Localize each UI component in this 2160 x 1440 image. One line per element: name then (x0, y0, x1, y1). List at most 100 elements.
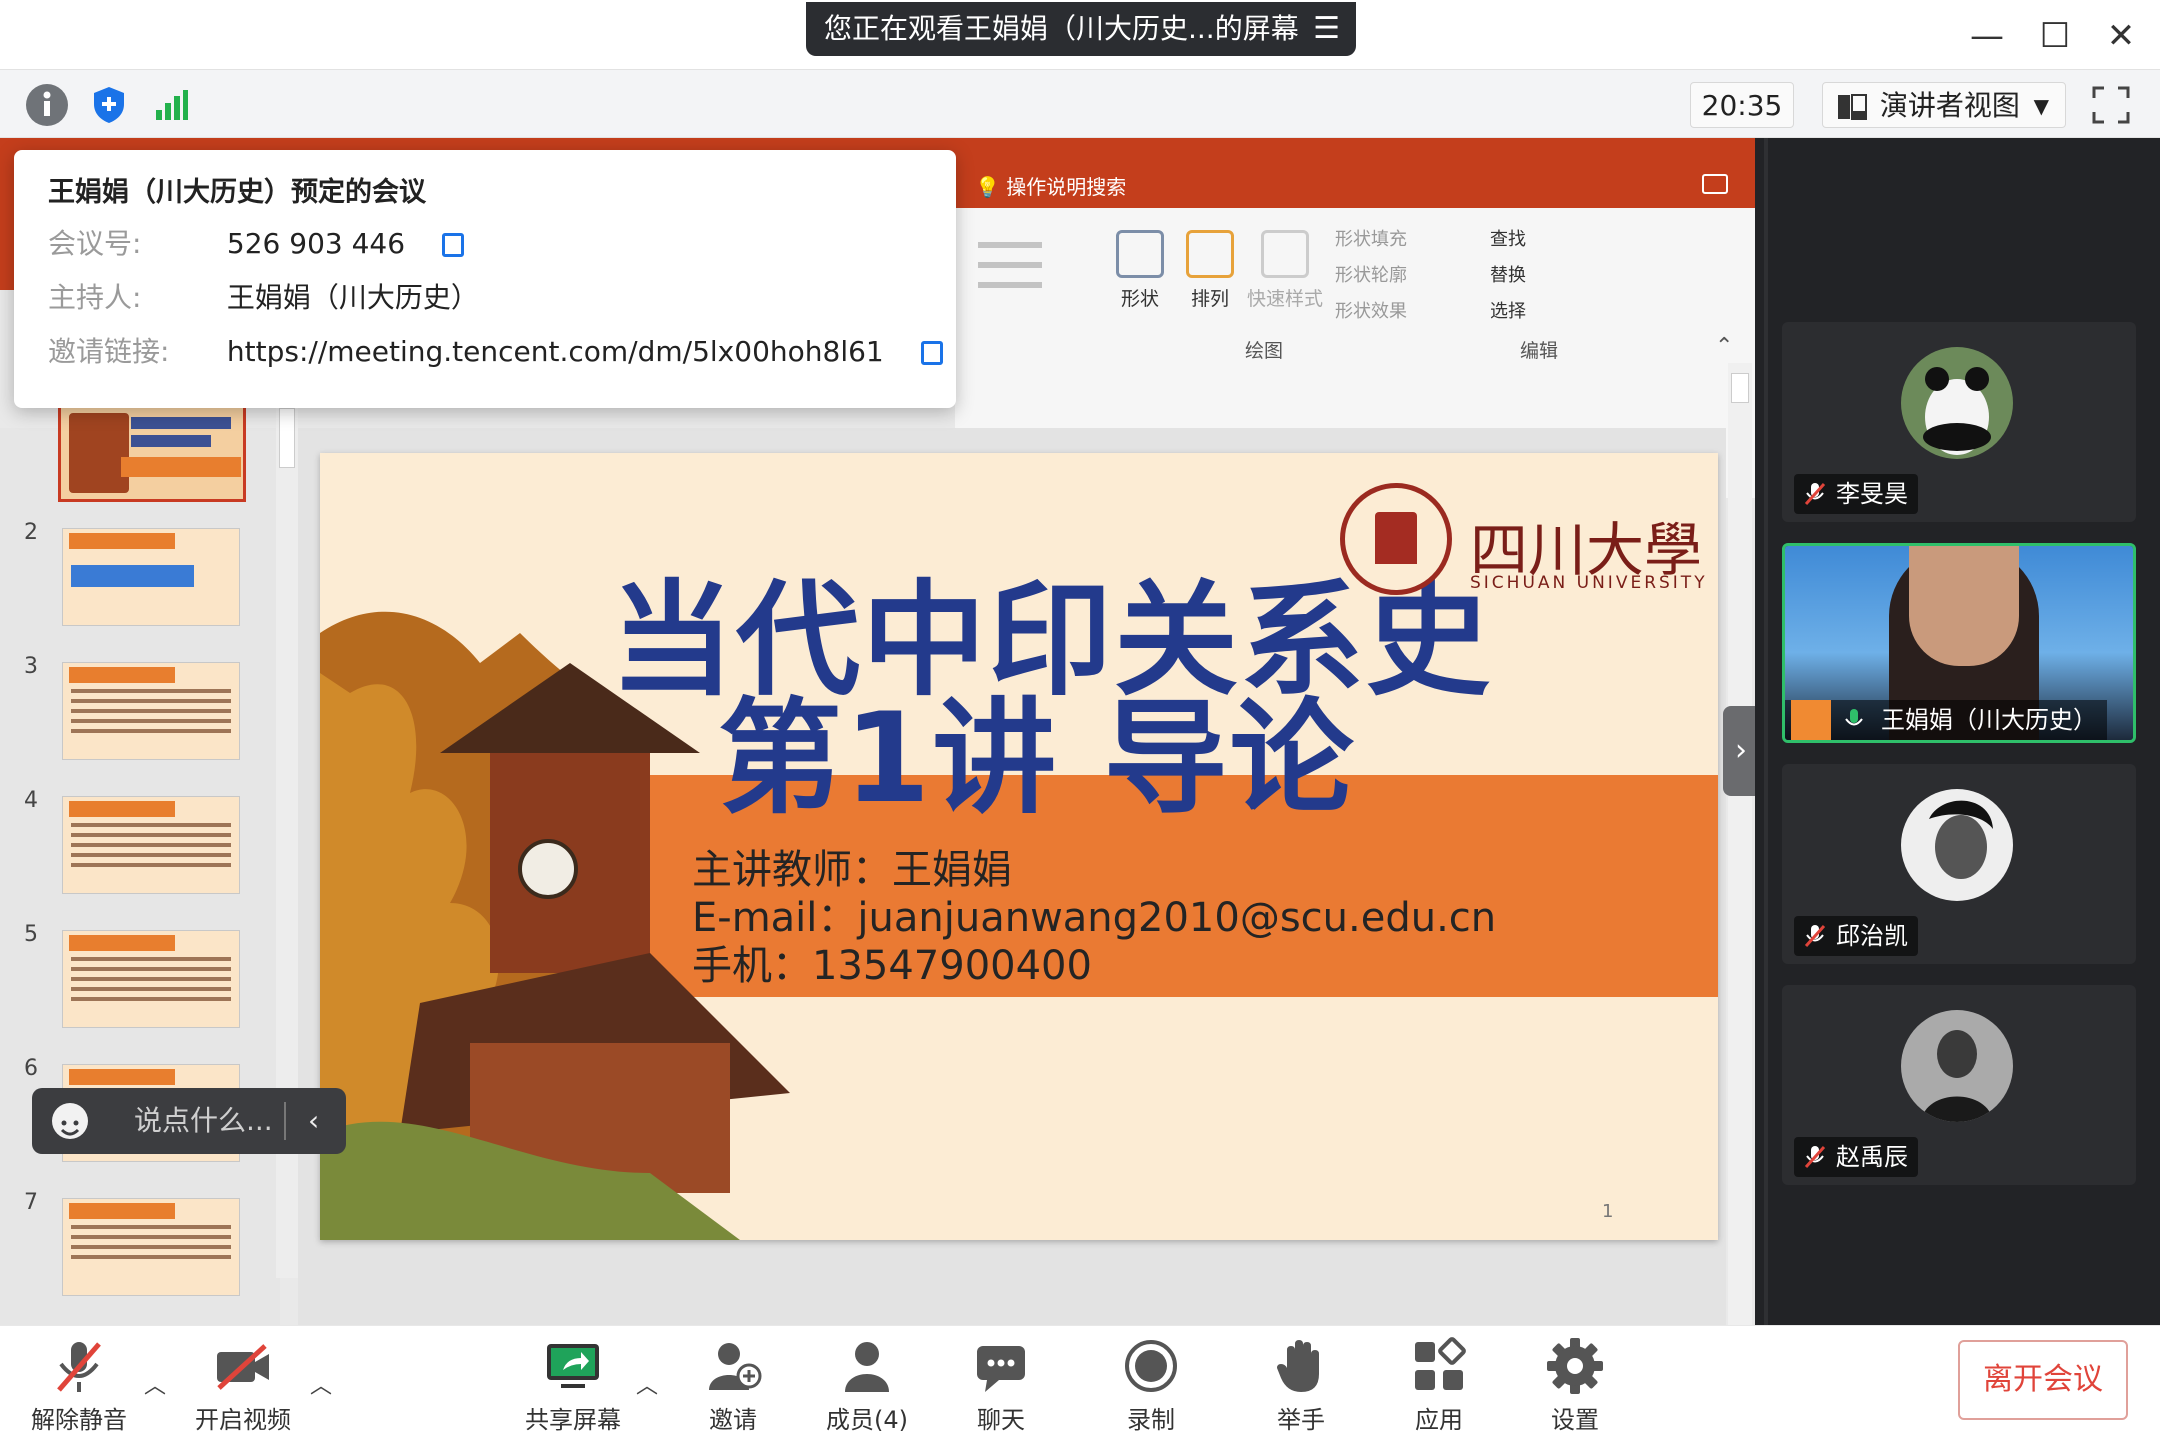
view-mode-dropdown[interactable]: 演讲者视图 ▼ (1822, 82, 2066, 128)
invite-link-value[interactable]: https://meeting.tencent.com/dm/5lx00hoh8… (227, 335, 884, 368)
share-screen-label: 共享屏幕 (525, 1406, 621, 1434)
mic-on-icon (1845, 709, 1863, 726)
scu-seal-logo (1340, 483, 1452, 595)
host-row: 主持人: 王娟娟（川大历史） (48, 276, 479, 316)
camera-off-icon (213, 1336, 273, 1396)
arrange-icon (1186, 230, 1234, 278)
share-screen-button[interactable]: 共享屏幕 (518, 1336, 628, 1435)
members-label: 成员(4) (826, 1406, 908, 1434)
shape-effect-button[interactable]: 形状效果 (1335, 294, 1465, 330)
participant-tile[interactable]: 赵禹辰 (1782, 985, 2136, 1185)
participant-name: 王娟娟（川大历史） (1881, 706, 2097, 734)
leave-meeting-button[interactable]: 离开会议 (1958, 1340, 2128, 1420)
ribbon-shape-label: 形状 (1120, 288, 1159, 310)
chat-button[interactable]: 聊天 (946, 1336, 1056, 1435)
share-options-chevron-icon[interactable]: ︿ (636, 1368, 658, 1400)
meeting-clock: 20:35 (1690, 82, 1794, 128)
copy-icon[interactable] (441, 233, 464, 257)
invite-label: 邀请 (709, 1406, 757, 1434)
participant-name-label: 邱治凯 (1794, 916, 1918, 956)
info-icon[interactable] (26, 84, 68, 126)
slide-number: 5 (24, 922, 38, 947)
university-name-en: SICHUAN UNIVERSITY (1470, 573, 1708, 593)
shape-icon (1116, 230, 1164, 278)
tell-me-label: 操作说明搜索 (1006, 175, 1127, 199)
chat-placeholder: 说点什么... (134, 1104, 273, 1137)
tell-me-search[interactable]: 💡 操作说明搜索 (975, 171, 1126, 200)
slide-thumbnail-2[interactable] (62, 528, 240, 626)
slide-thumbnail-5[interactable] (62, 930, 240, 1028)
mic-muted-icon (1804, 924, 1826, 948)
ribbon-arrange-button[interactable]: 排列 (1175, 230, 1245, 311)
maximize-button[interactable]: ☐ (2030, 8, 2080, 64)
chevron-down-icon: ▼ (2033, 94, 2049, 118)
participant-name: 李旻昊 (1836, 480, 1908, 508)
close-button[interactable]: ✕ (2096, 8, 2146, 64)
participant-name-label: 赵禹辰 (1794, 1137, 1918, 1177)
slide-thumbnail-3[interactable] (62, 662, 240, 760)
slide-thumbnail-4[interactable] (62, 796, 240, 894)
raise-hand-icon (1271, 1336, 1331, 1396)
raise-hand-button[interactable]: 举手 (1246, 1336, 1356, 1435)
start-video-button[interactable]: 开启视频 (188, 1336, 298, 1435)
raise-hand-label: 举手 (1277, 1406, 1325, 1434)
fullscreen-icon[interactable] (2090, 84, 2132, 126)
invite-link-row: 邀请链接: https://meeting.tencent.com/dm/5lx… (48, 330, 943, 370)
gallery-divider[interactable] (1764, 138, 1768, 1325)
video-options-chevron-icon[interactable]: ︿ (310, 1368, 332, 1400)
settings-label: 设置 (1551, 1406, 1599, 1434)
find-button[interactable]: 查找 (1490, 222, 1610, 258)
active-speaker-tile[interactable]: 王娟娟（川大历史） (1782, 543, 2136, 743)
meeting-id-label: 会议号: (48, 227, 142, 260)
participant-tile[interactable]: 李旻昊 (1782, 322, 2136, 522)
replace-button[interactable]: 替换 (1490, 258, 1610, 294)
slide-thumbnail-7[interactable] (62, 1198, 240, 1296)
ribbon-paragraph-tools (970, 228, 1050, 358)
slide-number: 7 (24, 1190, 38, 1215)
signal-icon[interactable] (150, 84, 192, 126)
meeting-toolbar: 20:35 演讲者视图 ▼ (0, 70, 2160, 138)
share-notice-pill[interactable]: 您正在观看王娟娟（川大历史...的屏幕 ☰ (806, 2, 1356, 56)
members-button[interactable]: 成员(4) (812, 1336, 922, 1435)
emoji-icon[interactable] (52, 1103, 88, 1139)
participant-name-label: 王娟娟（川大历史） (1785, 700, 2107, 740)
minimize-button[interactable]: — (1962, 8, 2012, 64)
meeting-info-popup: 王娟娟（川大历史）预定的会议 会议号: 526 903 446 主持人: 王娟娟… (14, 150, 956, 408)
ribbon-edit-group: 查找 替换 选择 (1490, 222, 1610, 330)
apps-button[interactable]: 应用 (1384, 1336, 1494, 1435)
speaker-face (1909, 546, 2019, 666)
ribbon-quick-style-button[interactable]: 快速样式 (1240, 230, 1330, 311)
record-button[interactable]: 录制 (1096, 1336, 1206, 1435)
meeting-id-row: 会议号: 526 903 446 (48, 222, 464, 262)
unmute-button[interactable]: 解除静音 (24, 1336, 134, 1435)
shape-fill-button[interactable]: 形状填充 (1335, 222, 1465, 258)
chevron-left-icon[interactable]: ‹ (308, 1088, 319, 1154)
slide-thumbnail-1[interactable] (58, 400, 246, 502)
slide-scrollbar[interactable] (1728, 363, 1752, 1325)
title-bar: 您正在观看王娟娟（川大历史...的屏幕 ☰ — ☐ ✕ (0, 0, 2160, 70)
select-button[interactable]: 选择 (1490, 294, 1610, 330)
comment-icon[interactable] (1702, 174, 1728, 194)
invite-button[interactable]: 邀请 (678, 1336, 788, 1435)
unmute-label: 解除静音 (31, 1406, 127, 1434)
chat-input-pill[interactable]: 说点什么... ‹ (32, 1088, 346, 1154)
meeting-info-title: 王娟娟（川大历史）预定的会议 (48, 177, 426, 208)
ribbon-arrange-label: 排列 (1190, 288, 1229, 310)
speaker-view-icon (1838, 94, 1867, 120)
collapse-gallery-button[interactable]: › (1723, 706, 1759, 796)
shield-icon[interactable] (88, 84, 130, 126)
menu-icon[interactable]: ☰ (1313, 2, 1340, 56)
slide-page-number: 1 (1602, 1201, 1614, 1222)
settings-button[interactable]: 设置 (1520, 1336, 1630, 1435)
participant-tile[interactable]: 邱治凯 (1782, 764, 2136, 964)
copy-icon[interactable] (920, 341, 943, 365)
participant-name-label: 李旻昊 (1794, 474, 1918, 514)
ribbon-shape-button[interactable]: 形状 (1105, 230, 1175, 311)
slide-title-line2: 第1讲 导论 (718, 687, 1356, 831)
audio-options-chevron-icon[interactable]: ︿ (144, 1368, 166, 1400)
mic-muted-icon (49, 1336, 109, 1396)
shape-outline-button[interactable]: 形状轮廓 (1335, 258, 1465, 294)
collapse-ribbon-icon[interactable]: ⌃ (1715, 334, 1733, 359)
invite-icon (703, 1336, 763, 1396)
record-icon (1121, 1336, 1181, 1396)
